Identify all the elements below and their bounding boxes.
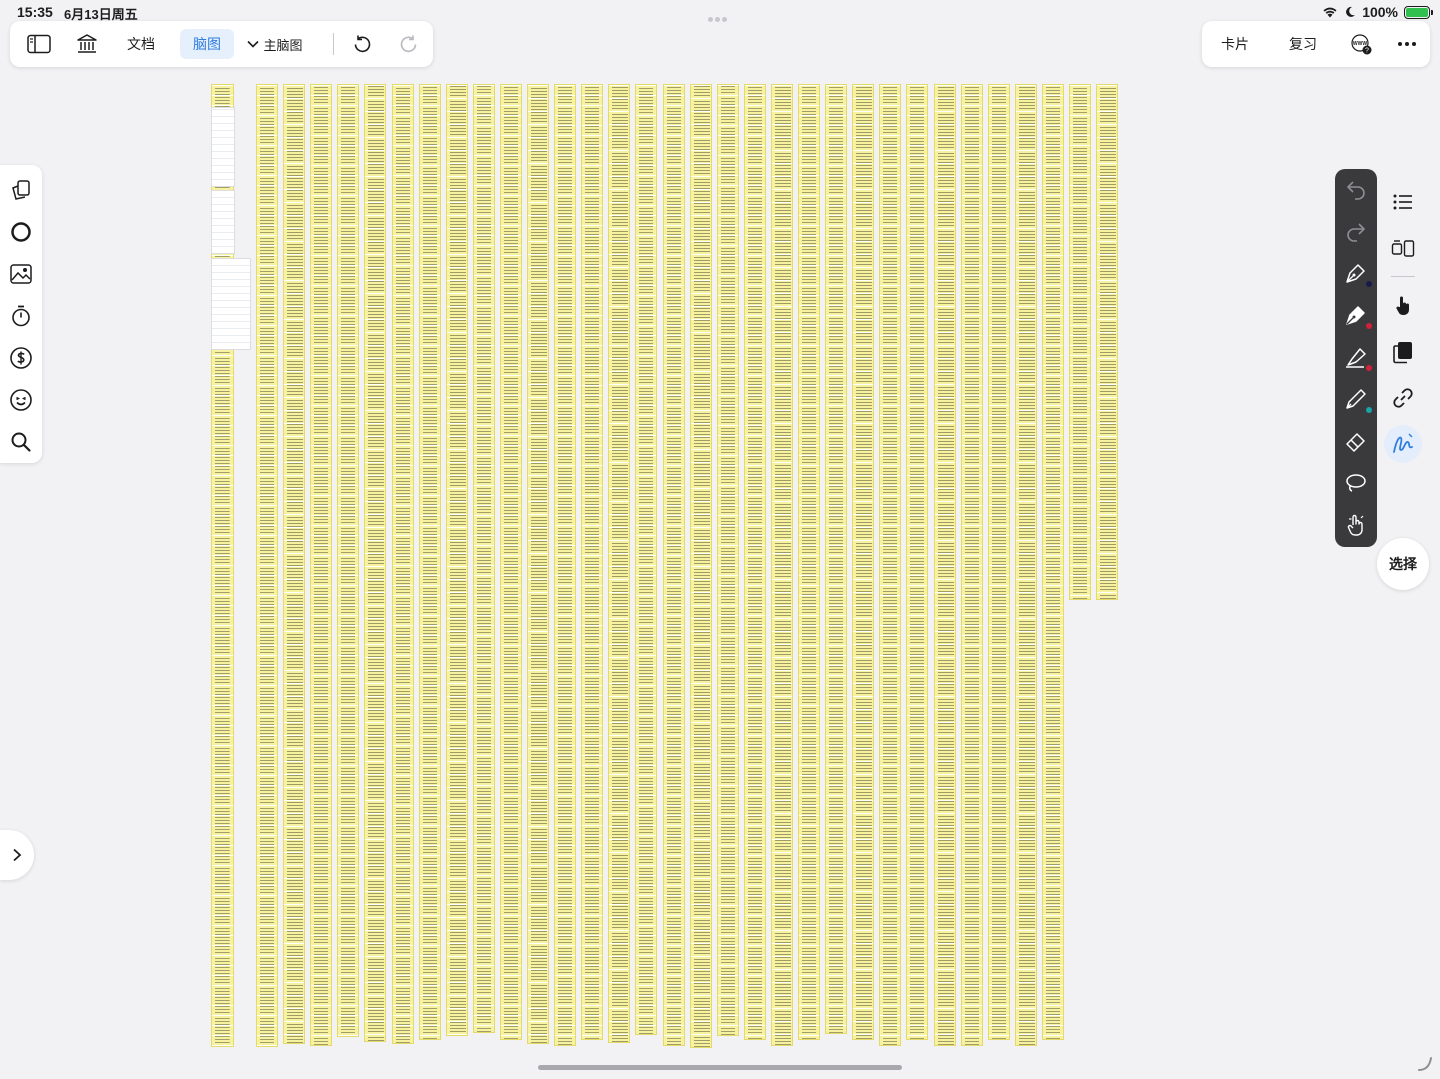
pen-color-dot <box>1366 323 1372 329</box>
search-icon[interactable] <box>9 430 33 454</box>
pointer-hand-icon[interactable] <box>1391 294 1415 318</box>
mindmap-name: 主脑图 <box>263 37 303 53</box>
pencil-icon[interactable] <box>1344 387 1372 413</box>
cards-button[interactable]: 卡片 <box>1214 29 1256 59</box>
card-column[interactable] <box>744 84 766 1040</box>
web-help-icon: WWW? <box>1351 34 1372 55</box>
right-tool-panel <box>1380 176 1426 472</box>
chevron-down-icon <box>247 40 260 48</box>
image-card-thumbnail[interactable] <box>211 107 235 187</box>
resize-corner-icon[interactable] <box>1416 1055 1434 1073</box>
card-column[interactable] <box>961 84 983 1046</box>
card-column[interactable] <box>879 84 901 1046</box>
toolbar-divider <box>333 33 334 55</box>
dollar-icon[interactable] <box>9 346 33 370</box>
card-column[interactable] <box>581 84 603 1040</box>
card-column[interactable] <box>473 84 495 1033</box>
mindmap-selector[interactable]: 主脑图 <box>243 29 307 59</box>
copy-cards-icon[interactable] <box>9 178 33 202</box>
highlighter-color-dot <box>1366 365 1372 371</box>
rotate-right-icon <box>400 35 417 53</box>
left-tool-panel <box>0 165 42 463</box>
lasso-icon[interactable] <box>1344 471 1368 495</box>
card-column[interactable] <box>1069 84 1091 600</box>
undo-button[interactable] <box>350 29 374 59</box>
card-column[interactable] <box>283 84 305 1044</box>
timer-icon[interactable] <box>9 304 33 328</box>
tab-mindmap[interactable]: 脑图 <box>180 29 234 59</box>
fountain-pen-icon[interactable] <box>1344 261 1372 287</box>
card-column[interactable] <box>554 84 576 1046</box>
image-icon[interactable] <box>9 262 33 286</box>
sidebar-toggle-button[interactable] <box>25 29 53 59</box>
pen-color-dot <box>1366 281 1372 287</box>
chevron-right-icon <box>13 848 22 862</box>
card-column[interactable] <box>825 84 847 1034</box>
redo-icon[interactable] <box>1344 219 1368 243</box>
image-card-thumbnail[interactable] <box>211 258 251 350</box>
hand-gesture-icon[interactable] <box>1344 513 1368 537</box>
link-icon[interactable] <box>1391 386 1415 410</box>
card-column[interactable] <box>852 84 874 1040</box>
library-icon <box>77 34 97 53</box>
handwriting-icon[interactable] <box>1391 432 1415 456</box>
card-column[interactable] <box>635 84 657 1035</box>
card-column[interactable] <box>1042 84 1064 1040</box>
card-column[interactable] <box>337 84 359 1037</box>
mindmap-canvas[interactable] <box>0 0 1440 1079</box>
card-column[interactable] <box>663 84 685 1046</box>
more-button[interactable] <box>1394 29 1420 59</box>
card-column[interactable] <box>798 84 820 1040</box>
circle-icon[interactable] <box>9 220 33 244</box>
card-column[interactable] <box>500 84 522 1040</box>
image-card-thumbnail[interactable] <box>211 190 235 254</box>
pencil-color-dot <box>1366 407 1372 413</box>
card-column[interactable] <box>364 84 386 1042</box>
card-column[interactable] <box>690 84 712 1048</box>
review-button[interactable]: 复习 <box>1282 29 1324 59</box>
undo-icon[interactable] <box>1344 177 1368 201</box>
card-column[interactable] <box>717 84 739 1036</box>
highlighter-icon[interactable] <box>1344 345 1372 371</box>
svg-text:?: ? <box>1365 48 1369 55</box>
card-column[interactable] <box>906 84 928 1040</box>
card-column[interactable] <box>419 84 441 1040</box>
card-column[interactable] <box>310 84 332 1046</box>
outline-list-icon[interactable] <box>1391 190 1415 214</box>
rotate-left-icon <box>354 35 371 53</box>
pen-toolbar <box>1335 169 1377 547</box>
card-column[interactable] <box>446 84 468 1036</box>
card-column[interactable] <box>988 84 1010 1040</box>
top-right-toolbar: 卡片 复习 WWW? <box>1202 21 1430 67</box>
tab-document[interactable]: 文档 <box>118 29 164 59</box>
pages-icon[interactable] <box>1391 340 1415 364</box>
layout-icon[interactable] <box>1391 236 1415 260</box>
top-left-toolbar: 文档 脑图 主脑图 <box>10 21 433 67</box>
panel-divider <box>1391 276 1415 277</box>
eraser-icon[interactable] <box>1344 429 1368 453</box>
card-column[interactable] <box>1015 84 1037 1046</box>
card-column[interactable] <box>771 84 793 1046</box>
pen-icon[interactable] <box>1344 303 1372 329</box>
more-icon <box>1398 42 1416 46</box>
card-column[interactable] <box>256 84 278 1047</box>
sticker-icon[interactable] <box>9 388 33 412</box>
redo-button[interactable] <box>397 29 421 59</box>
library-button[interactable] <box>73 29 101 59</box>
select-button[interactable]: 选择 <box>1377 538 1429 590</box>
sidebar-icon <box>27 34 51 54</box>
web-search-button[interactable]: WWW? <box>1346 29 1376 59</box>
home-indicator[interactable] <box>538 1065 902 1070</box>
card-column[interactable] <box>392 84 414 1044</box>
card-column[interactable] <box>608 84 630 1043</box>
card-column[interactable] <box>1096 84 1118 600</box>
card-column[interactable] <box>527 84 549 1044</box>
card-column[interactable] <box>934 84 956 1046</box>
